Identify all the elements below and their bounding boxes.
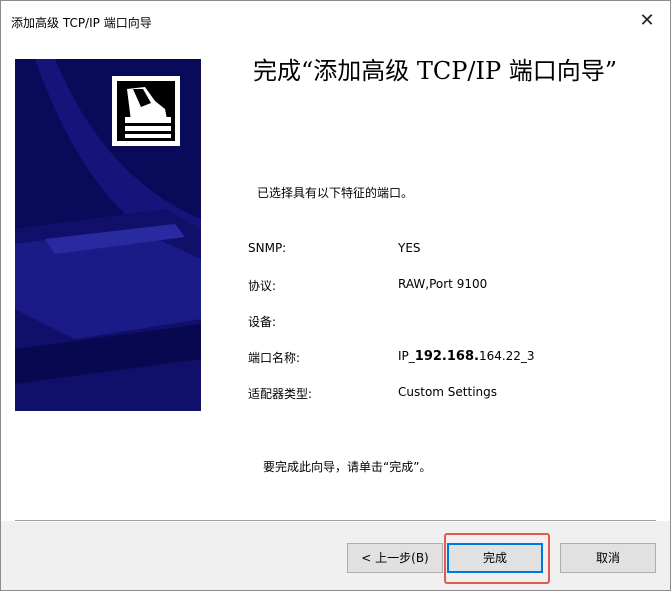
title-bar: 添加高级 TCP/IP 端口向导 ✕ [1, 1, 670, 41]
window-title: 添加高级 TCP/IP 端口向导 [11, 16, 152, 30]
cancel-button[interactable]: 取消 [560, 543, 656, 573]
divider [15, 520, 656, 522]
back-button[interactable]: < 上一步(B) [347, 543, 443, 573]
detail-label: 协议: [248, 279, 277, 293]
port-name-ip-part: 192.168. [414, 349, 479, 364]
wizard-banner-image [15, 59, 201, 411]
intro-text: 已选择具有以下特征的端口。 [257, 186, 414, 200]
detail-label: SNMP: [248, 241, 287, 255]
wizard-window: 添加高级 TCP/IP 端口向导 ✕ 完成“添加高级 TCP/IP 端口向导” [0, 0, 671, 591]
detail-value: IP_192.168.164.22_3 [398, 349, 535, 364]
page-title: 完成“添加高级 TCP/IP 端口向导” [253, 57, 618, 85]
detail-label: 设备: [248, 315, 277, 329]
detail-value: RAW,Port 9100 [398, 277, 488, 291]
printer-icon [112, 76, 180, 146]
finish-button-highlight [444, 533, 550, 584]
detail-label: 端口名称: [248, 351, 301, 365]
port-name-suffix: 164.22_3 [478, 349, 535, 363]
port-name-prefix: IP_ [398, 349, 415, 363]
detail-value: Custom Settings [398, 385, 498, 399]
detail-value: YES [398, 241, 421, 255]
wizard-content: 完成“添加高级 TCP/IP 端口向导” 已选择具有以下特征的端口。 SNMP:… [1, 41, 670, 521]
finish-instruction: 要完成此向导，请单击“完成”。 [263, 460, 432, 474]
close-button[interactable]: ✕ [624, 1, 670, 41]
detail-label: 适配器类型: [248, 387, 313, 401]
